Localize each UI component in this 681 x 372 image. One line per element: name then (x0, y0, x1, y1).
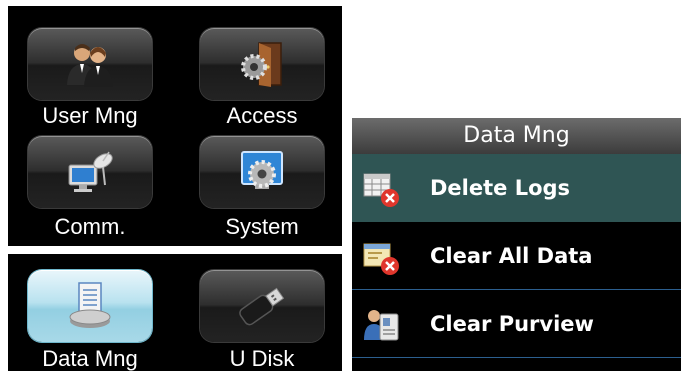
door-gear-icon (241, 42, 282, 87)
data-mng-label: Data Mng (42, 346, 138, 371)
access-tile[interactable] (200, 28, 324, 100)
system-tile[interactable] (200, 136, 324, 208)
main-menu-panel-top: User Mng Access Comm. System (8, 6, 342, 246)
data-mng-screen: Data Mng Delete Logs Clear All Data Clea… (352, 118, 681, 371)
user-mng-label: User Mng (42, 103, 138, 128)
u-disk-label: U Disk (229, 346, 295, 371)
user-mng-tile[interactable] (28, 28, 152, 100)
clear-purview-icon (364, 310, 399, 341)
u-disk-tile[interactable] (200, 270, 324, 342)
system-gear-icon (241, 151, 283, 189)
comm-label: Comm. (54, 214, 126, 239)
data-mng-tile[interactable] (28, 270, 152, 342)
clear-all-data-icon (363, 243, 399, 275)
menu-item-label: Clear Purview (430, 312, 594, 336)
menu-item-clear-all-data[interactable]: Clear All Data (352, 222, 681, 290)
access-label: Access (226, 103, 298, 128)
menu-item-delete-logs[interactable]: Delete Logs (352, 154, 681, 222)
row-separator (352, 357, 681, 358)
screen-title: Data Mng (352, 118, 681, 154)
usb-drive-icon (239, 287, 285, 326)
menu-item-label: Clear All Data (430, 244, 593, 268)
menu-item-clear-purview[interactable]: Clear Purview (352, 290, 681, 358)
satellite-computer-icon (68, 151, 113, 192)
database-icon (69, 282, 111, 328)
delete-logs-icon (363, 173, 399, 207)
users-icon (67, 44, 113, 87)
system-label: System (225, 214, 299, 239)
menu-item-label: Delete Logs (430, 176, 571, 200)
main-menu-panel-bottom: Data Mng U Disk (8, 254, 342, 371)
comm-tile[interactable] (28, 136, 152, 208)
